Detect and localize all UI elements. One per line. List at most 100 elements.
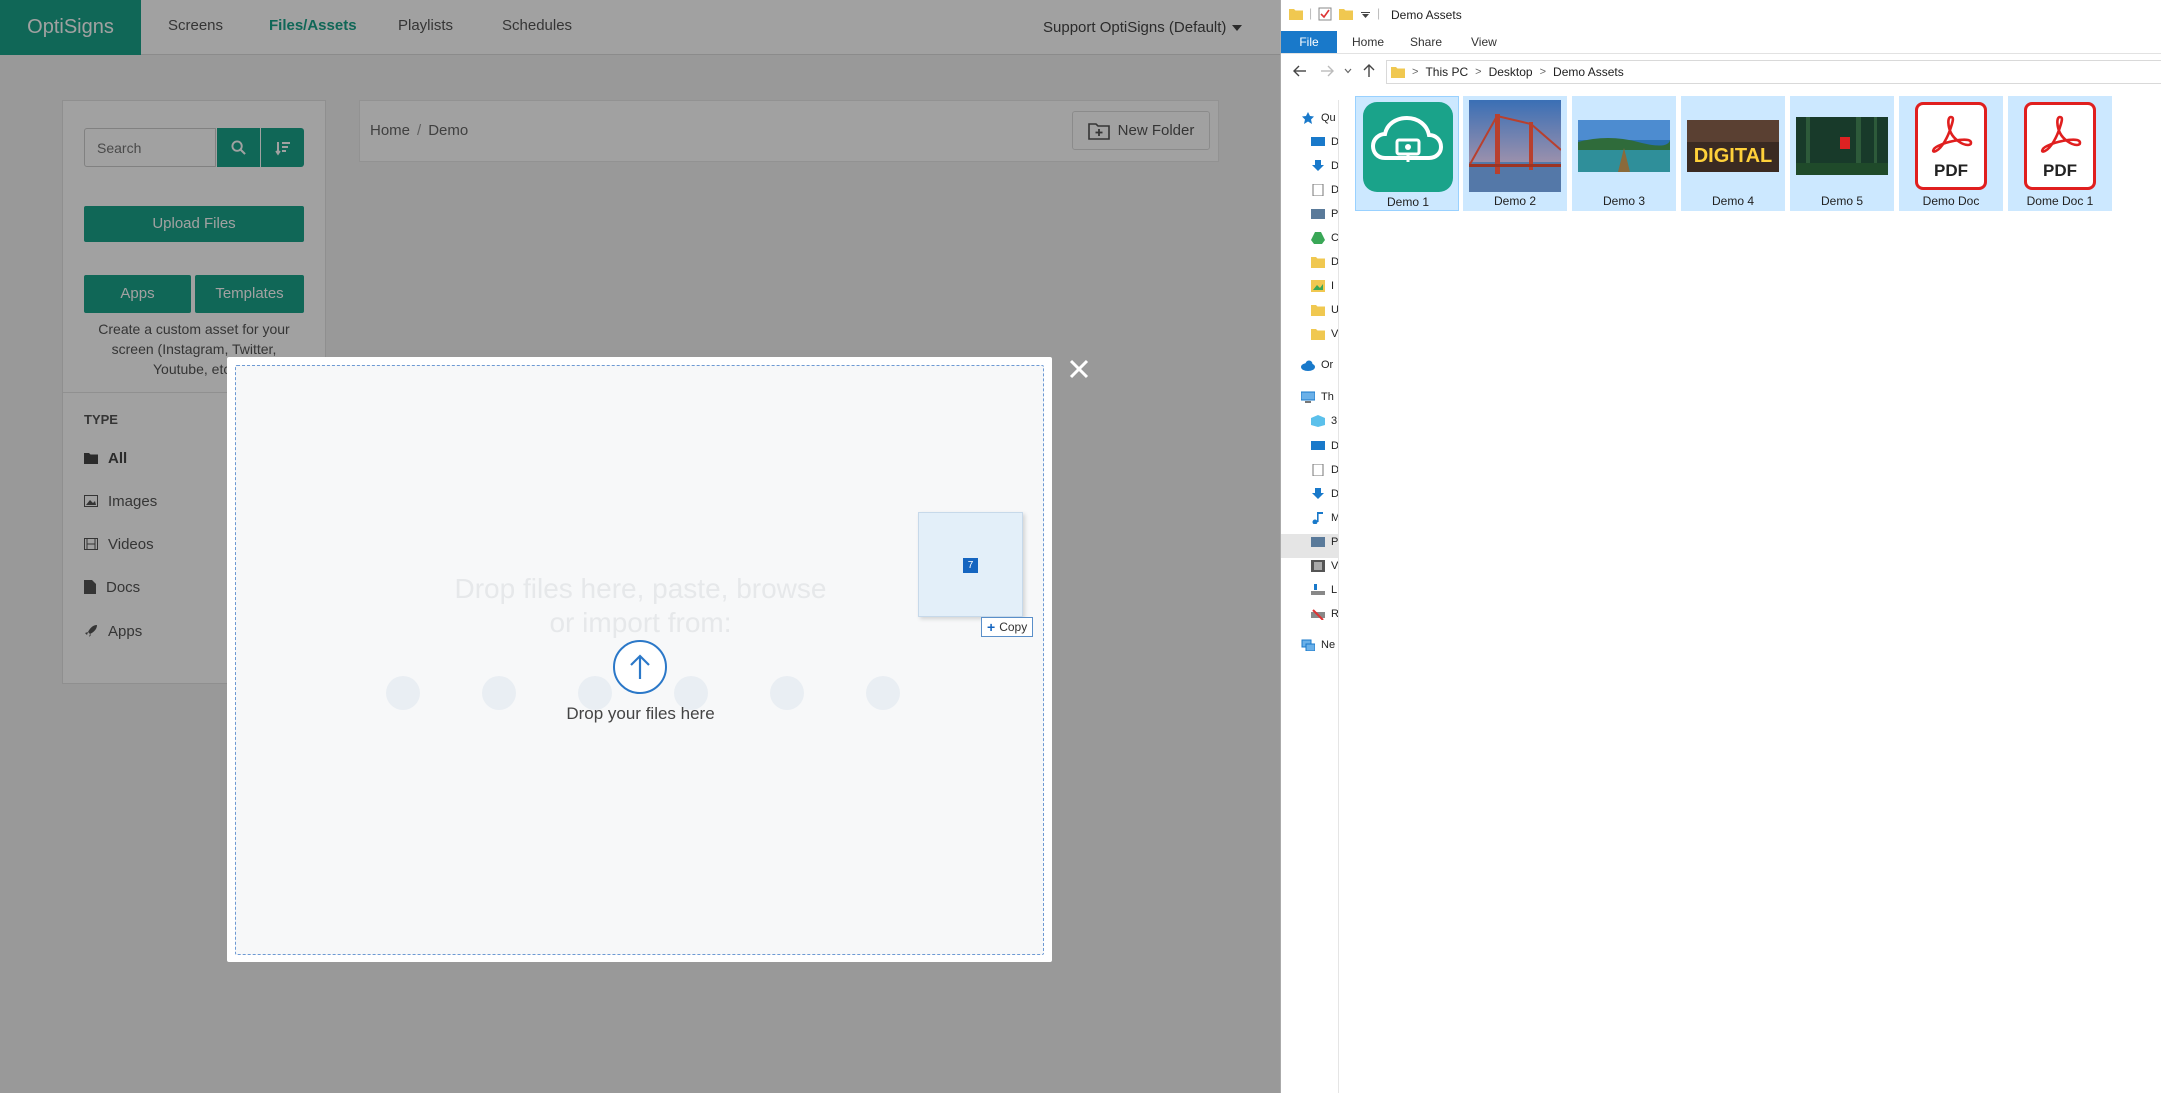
nav-label: R [1331, 608, 1339, 620]
path-demo-assets[interactable]: Demo Assets [1553, 65, 1624, 79]
nav-videos[interactable]: V [1311, 557, 1338, 575]
desktop-icon [1311, 441, 1325, 450]
nav-local-disk[interactable]: L [1311, 581, 1337, 599]
file-item[interactable]: PDF Dome Doc 1 [2008, 96, 2112, 211]
path-this-pc[interactable]: This PC [1425, 65, 1468, 79]
nav-label: D [1331, 184, 1339, 196]
nav-desktop[interactable]: D [1311, 133, 1338, 151]
file-item[interactable]: PDF Demo Doc [1899, 96, 2003, 211]
file-name: Demo 2 [1493, 194, 1537, 208]
nav-label: D [1331, 464, 1339, 476]
document-icon [1312, 464, 1324, 476]
lake-photo-thumbnail [1578, 100, 1670, 192]
dropzone[interactable]: Drop files here, paste, browse or import… [235, 365, 1044, 955]
nav-label: I [1331, 280, 1335, 292]
nav-downloads-pc[interactable]: D [1311, 485, 1339, 503]
nav-folder[interactable]: V [1311, 325, 1338, 343]
nav-folder[interactable]: D [1311, 253, 1339, 271]
nav-label: V [1331, 328, 1339, 340]
file-item[interactable]: Demo 2 [1463, 96, 1567, 211]
back-arrow-icon[interactable] [1293, 65, 1307, 77]
nav-label: P [1331, 536, 1339, 548]
nav-folder[interactable]: U [1311, 301, 1338, 319]
image-folder-icon [1311, 280, 1325, 292]
document-icon [1312, 184, 1324, 196]
nav-images[interactable]: I [1311, 277, 1334, 295]
nav-onedrive[interactable]: Or [1301, 356, 1333, 374]
nav-label: L [1331, 584, 1338, 596]
nav-desktop-pc[interactable]: D [1311, 437, 1339, 455]
tab-share[interactable]: Share [1410, 31, 1442, 53]
nav-music[interactable]: M [1311, 509, 1338, 527]
network-icon [1301, 639, 1315, 651]
nav-label: P [1331, 208, 1339, 220]
nav-label: D [1331, 488, 1339, 500]
file-item[interactable]: Demo 1 [1355, 96, 1459, 211]
recent-locations-icon[interactable] [1344, 68, 1352, 74]
cube-icon [1311, 415, 1325, 427]
path-desktop[interactable]: Desktop [1489, 65, 1533, 79]
nav-pictures-pc[interactable]: P [1311, 533, 1338, 551]
nav-3d-objects[interactable]: 3 [1311, 412, 1337, 430]
pdf-label: PDF [2043, 161, 2077, 180]
address-bar-row: > This PC > Desktop > Demo Assets [1281, 58, 2161, 84]
file-item[interactable]: Demo 5 [1790, 96, 1894, 211]
nav-quick-access[interactable]: Qu [1301, 109, 1336, 127]
pdf-file-icon: PDF [2024, 102, 2096, 190]
tab-view[interactable]: View [1471, 31, 1497, 53]
digital-sign-thumbnail: DIGITAL [1687, 100, 1779, 192]
tab-home[interactable]: Home [1352, 31, 1384, 53]
upload-modal: Drop files here, paste, browse or import… [227, 357, 1052, 962]
optisigns-app: OptiSigns Screens Files/Assets Playlists… [0, 0, 1280, 1093]
properties-icon[interactable] [1318, 7, 1332, 21]
folder-icon [1289, 9, 1303, 20]
nav-label: Th [1321, 391, 1334, 403]
close-icon[interactable] [1066, 356, 1092, 382]
nav-label: V [1331, 560, 1339, 572]
pdf-label: PDF [1934, 161, 1968, 180]
file-name: Demo Doc [1922, 194, 1980, 208]
nav-documents-pc[interactable]: D [1311, 461, 1339, 479]
forest-photo-thumbnail [1796, 100, 1888, 192]
star-icon [1302, 112, 1314, 124]
nav-removable-disk[interactable]: R [1311, 605, 1339, 623]
tab-file[interactable]: File [1281, 31, 1337, 53]
picture-icon [1311, 537, 1325, 547]
forward-arrow-icon[interactable] [1320, 65, 1334, 77]
file-name: Dome Doc 1 [2026, 194, 2094, 208]
nav-label: M [1331, 512, 1338, 524]
file-item[interactable]: Demo 3 [1572, 96, 1676, 211]
video-icon [1311, 560, 1325, 572]
file-name: Demo 3 [1602, 194, 1646, 208]
address-bar[interactable]: > This PC > Desktop > Demo Assets [1386, 60, 2161, 84]
quick-access-dropdown-icon[interactable] [1361, 12, 1370, 18]
nav-label: Or [1321, 359, 1334, 371]
nav-label: Ne [1321, 639, 1336, 651]
nav-this-pc[interactable]: Th [1301, 388, 1334, 406]
drive-icon [1311, 584, 1325, 595]
nav-pictures[interactable]: P [1311, 205, 1338, 223]
cloud-icon [1301, 360, 1315, 371]
nav-label: 3 [1331, 415, 1338, 427]
new-folder-icon[interactable] [1339, 7, 1353, 21]
nav-network[interactable]: Ne [1301, 636, 1335, 654]
ribbon-tabs: File Home Share View [1281, 31, 2161, 54]
file-item[interactable]: DIGITAL Demo 4 [1681, 96, 1785, 211]
nav-google-drive[interactable]: C [1311, 229, 1339, 247]
file-explorer-window: | | Demo Assets File Home Share View > T… [1280, 0, 2161, 1093]
nav-documents[interactable]: D [1311, 181, 1339, 199]
app-icon-thumbnail [1362, 101, 1454, 193]
drive-icon [1311, 232, 1325, 244]
music-icon [1312, 512, 1323, 524]
nav-downloads[interactable]: D [1311, 157, 1338, 175]
nav-label: C [1331, 232, 1339, 244]
digital-sign-text: DIGITAL [1694, 145, 1773, 167]
navigation-pane: Qu D D D P C D I U V Or Th 3 D D D M P V… [1281, 100, 1339, 1093]
nav-label: D [1331, 256, 1339, 268]
desktop-icon [1311, 137, 1325, 146]
nav-label: D [1331, 440, 1339, 452]
explorer-titlebar: | | Demo Assets [1281, 0, 2161, 31]
up-arrow-icon[interactable] [1363, 63, 1375, 77]
computer-icon [1301, 391, 1315, 403]
folder-icon [1311, 305, 1325, 316]
